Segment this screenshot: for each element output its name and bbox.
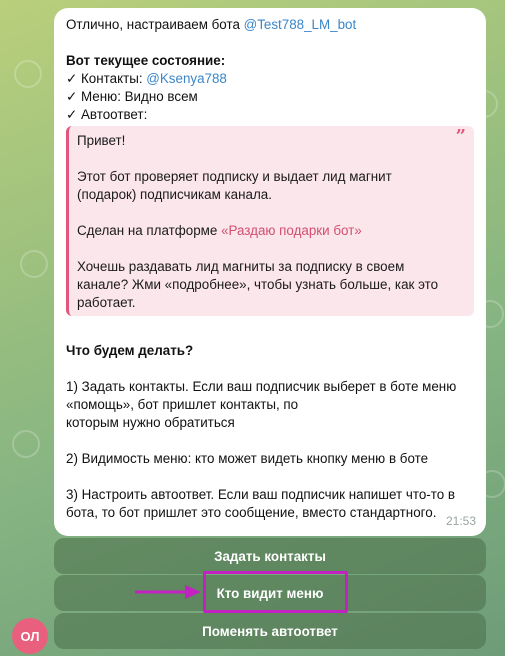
state-heading: Вот текущее состояние: — [66, 53, 226, 68]
state-item-autoreply: ✓ Автоответ: — [66, 106, 474, 124]
check-icon: ✓ — [66, 107, 78, 122]
quote-marks-icon: ” — [455, 126, 466, 147]
state-item-contacts: ✓ Контакты: @Ksenya788 — [66, 70, 474, 88]
bot-message-bubble: Отлично, настраиваем бота @Test788_LM_bo… — [54, 8, 486, 536]
quote-text: канале? Жми «подробнее», чтобы узнать бо… — [77, 277, 439, 292]
message-timestamp: 21:53 — [445, 514, 476, 528]
question-heading: Что будем делать? — [66, 343, 194, 358]
quote-text: Сделан на платформе — [77, 223, 222, 238]
option-text: 1) Задать контакты. Если ваш подписчик в… — [66, 379, 457, 394]
arrow-annotation-icon — [135, 585, 201, 599]
contact-username-link[interactable]: @Ksenya788 — [146, 71, 227, 86]
state-item-label: Контакты: — [81, 71, 147, 86]
highlight-box — [203, 571, 348, 613]
avatar[interactable]: ОЛ — [12, 618, 48, 654]
state-item-label: Меню: Видно всем — [81, 89, 198, 104]
change-autoreply-button[interactable]: Поменять автоответ — [54, 613, 486, 649]
autoreply-quote-block: ” Привет! Этот бот проверяет подписку и … — [66, 126, 474, 316]
quote-made-on: Сделан на платформе «Раздаю подарки бот» — [77, 222, 452, 240]
check-icon: ✓ — [66, 71, 78, 86]
check-icon: ✓ — [66, 89, 78, 104]
bot-username-link[interactable]: @Test788_LM_bot — [244, 17, 357, 32]
intro-text: Отлично, настраиваем бота — [66, 17, 244, 32]
option-text: бота, то бот пришлет это сообщение, вмес… — [66, 505, 437, 520]
option-text: «помощь», бот пришлет контакты, по — [66, 397, 299, 412]
quote-text: Хочешь раздавать лид магниты за подписку… — [77, 259, 405, 274]
quote-text: Этот бот проверяет подписку и выдает лид… — [77, 169, 392, 184]
quote-greeting: Привет! — [77, 133, 126, 148]
set-contacts-button[interactable]: Задать контакты — [54, 538, 486, 574]
quote-text: работает. — [77, 295, 136, 310]
platform-link[interactable]: «Раздаю подарки бот» — [221, 223, 362, 238]
option-text: 3) Настроить автоответ. Если ваш подписч… — [66, 487, 456, 502]
state-item-label: Автоответ: — [81, 107, 148, 122]
intro-line: Отлично, настраиваем бота @Test788_LM_bo… — [66, 16, 474, 34]
option-text: 2) Видимость меню: кто может видеть кноп… — [66, 451, 429, 466]
option-text: которым нужно обратиться — [66, 415, 235, 430]
quote-text: (подарок) подписчикам канала. — [77, 187, 272, 202]
state-item-menu: ✓ Меню: Видно всем — [66, 88, 474, 106]
